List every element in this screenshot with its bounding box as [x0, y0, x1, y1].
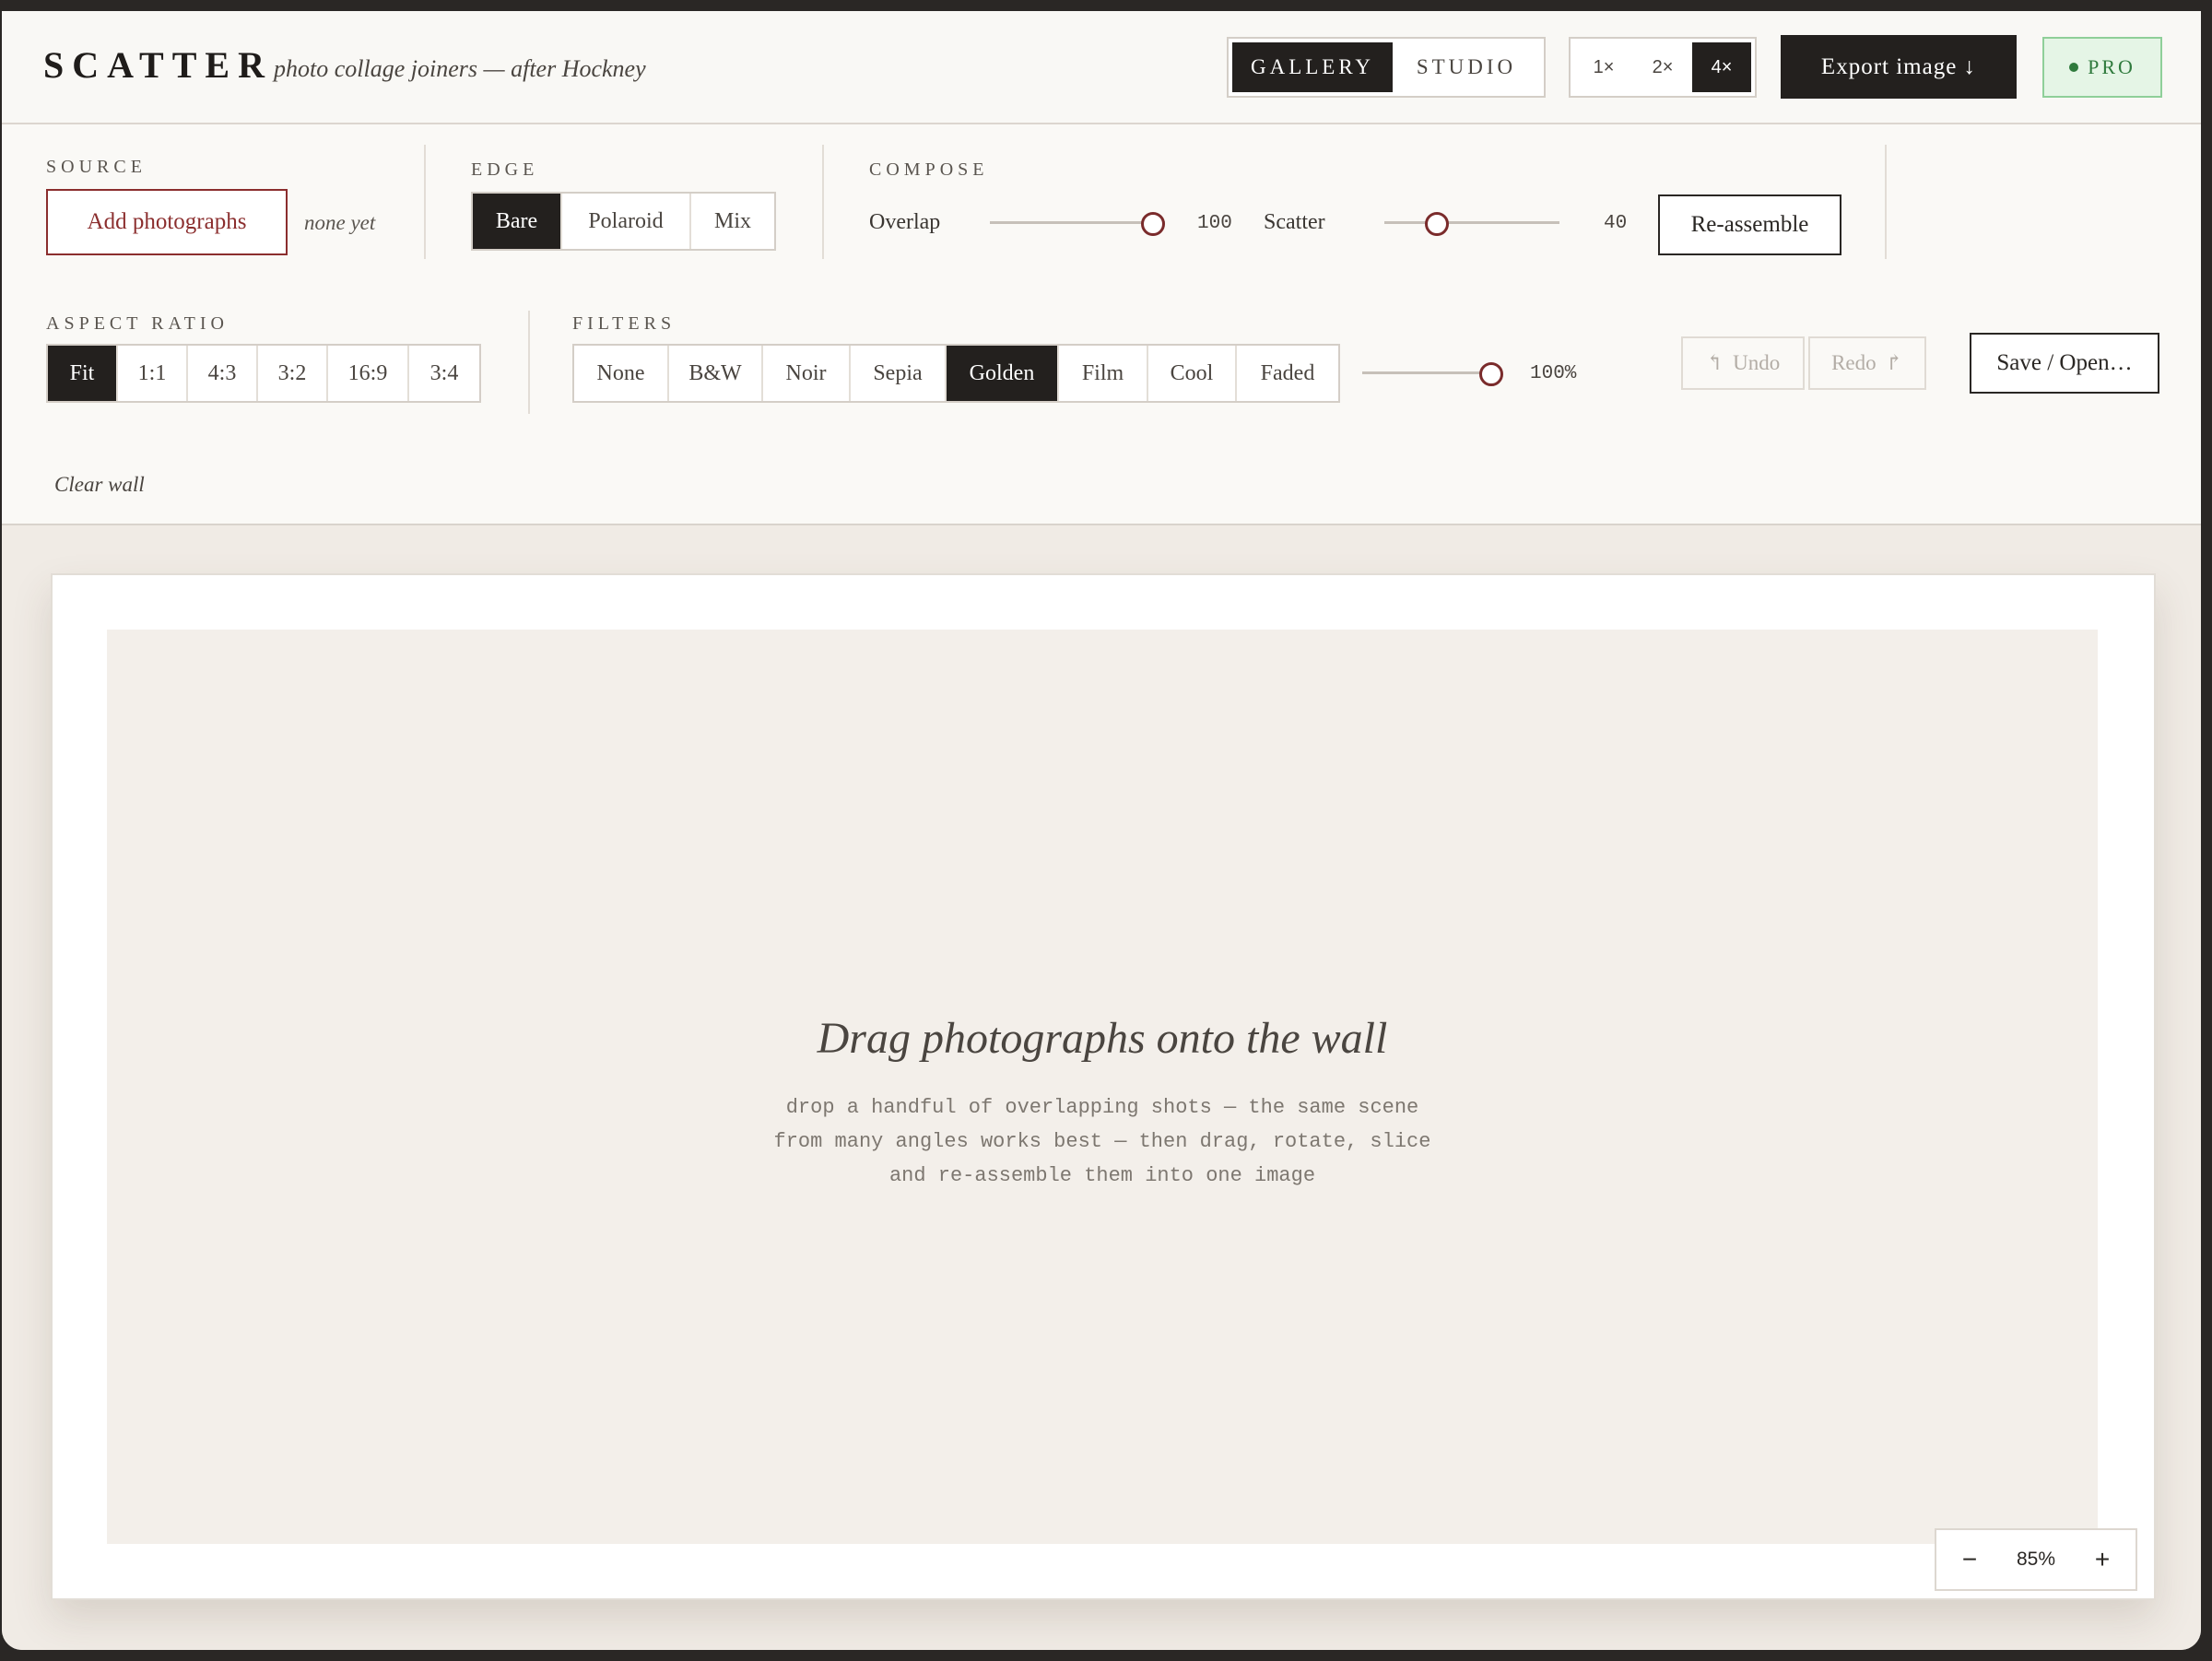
scatter-value: 40	[1604, 213, 1628, 234]
drop-zone[interactable]: Drag photographs onto the wall drop a ha…	[107, 630, 2098, 1544]
overlap-slider[interactable]	[990, 208, 1165, 238]
edge-bare[interactable]: Bare	[473, 194, 562, 249]
filter-intensity-value: 100%	[1530, 363, 1577, 384]
filter-film[interactable]: Film	[1059, 346, 1148, 401]
compose-label: COMPOSE	[869, 159, 989, 180]
status-dot-icon	[2069, 63, 2079, 72]
filter-sepia[interactable]: Sepia	[851, 346, 947, 401]
scatter-slider[interactable]	[1384, 208, 1559, 238]
drop-zone-title: Drag photographs onto the wall	[817, 1014, 1388, 1063]
app-brand: SCATTER	[43, 44, 273, 86]
collage-wall: Drag photographs onto the wall drop a ha…	[51, 573, 2156, 1600]
mode-switch: GALLERY STUDIO	[1227, 37, 1546, 98]
redo-icon: ↱	[1885, 351, 1903, 374]
redo-label: Redo	[1831, 351, 1877, 374]
filter-intensity-slider[interactable]	[1362, 359, 1503, 388]
aspect-3-4[interactable]: 3:4	[409, 346, 479, 401]
aspect-1-1[interactable]: 1:1	[118, 346, 188, 401]
pro-badge[interactable]: PRO	[2042, 37, 2162, 98]
redo-button[interactable]: Redo ↱	[1808, 336, 1926, 390]
divider	[528, 311, 530, 414]
edge-options: Bare Polaroid Mix	[471, 192, 776, 251]
slider-thumb[interactable]	[1140, 212, 1165, 236]
filter-cool[interactable]: Cool	[1148, 346, 1237, 401]
overlap-label: Overlap	[869, 210, 941, 234]
app-tagline: photo collage joiners — after Hockney	[274, 55, 646, 82]
clear-wall-link[interactable]: Clear wall	[54, 473, 145, 497]
canvas-area: Drag photographs onto the wall drop a ha…	[2, 525, 2201, 1650]
filter-faded[interactable]: Faded	[1237, 346, 1338, 401]
filter-noir[interactable]: Noir	[763, 346, 851, 401]
filter-none[interactable]: None	[574, 346, 669, 401]
zoom-control: − 85% +	[1935, 1528, 2137, 1591]
save-open-button[interactable]: Save / Open…	[1970, 333, 2159, 394]
aspect-ratio-options: Fit 1:1 4:3 3:2 16:9 3:4	[46, 344, 481, 403]
overlap-value: 100	[1197, 213, 1232, 234]
undo-button[interactable]: ↰ Undo	[1681, 336, 1805, 390]
scatter-label: Scatter	[1264, 210, 1325, 234]
filters-label: FILTERS	[572, 313, 677, 334]
zoom-out-button[interactable]: −	[1953, 1545, 1986, 1574]
source-status: none yet	[304, 211, 376, 234]
divider	[424, 145, 426, 259]
edge-mix[interactable]: Mix	[691, 194, 774, 249]
slider-thumb[interactable]	[1479, 362, 1503, 386]
app-header: SCATTER photo collage joiners — after Ho…	[2, 11, 2201, 124]
aspect-3-2[interactable]: 3:2	[258, 346, 328, 401]
add-photographs-button[interactable]: Add photographs	[46, 189, 288, 255]
undo-icon: ↰	[1705, 351, 1724, 374]
mode-gallery[interactable]: GALLERY	[1232, 42, 1393, 92]
zoom-in-button[interactable]: +	[2086, 1545, 2119, 1574]
app-window: SCATTER photo collage joiners — after Ho…	[2, 11, 2201, 1650]
pro-label: PRO	[2088, 55, 2136, 78]
drop-zone-hint: drop a handful of overlapping shots — th…	[773, 1096, 1431, 1187]
edge-label: EDGE	[471, 159, 539, 180]
zoom-level: 85%	[2016, 1549, 2056, 1570]
divider	[822, 145, 824, 259]
aspect-ratio-label: ASPECT RATIO	[46, 313, 229, 334]
divider	[1885, 145, 1887, 259]
toolbar: SOURCE Add photographs none yet EDGE Bar…	[2, 124, 2201, 525]
mode-studio[interactable]: STUDIO	[1393, 42, 1540, 92]
reassemble-button[interactable]: Re-assemble	[1658, 194, 1841, 255]
scale-4x[interactable]: 4×	[1692, 42, 1751, 92]
scale-1x[interactable]: 1×	[1574, 42, 1633, 92]
source-label: SOURCE	[46, 157, 147, 177]
scale-2x[interactable]: 2×	[1633, 42, 1692, 92]
filter-options: None B&W Noir Sepia Golden Film Cool Fad…	[572, 344, 1340, 403]
export-image-button[interactable]: Export image ↓	[1781, 35, 2017, 99]
edge-polaroid[interactable]: Polaroid	[562, 194, 691, 249]
aspect-fit[interactable]: Fit	[48, 346, 118, 401]
undo-label: Undo	[1733, 351, 1781, 374]
filter-bw[interactable]: B&W	[669, 346, 763, 401]
slider-thumb[interactable]	[1425, 212, 1449, 236]
aspect-4-3[interactable]: 4:3	[188, 346, 258, 401]
filter-golden[interactable]: Golden	[947, 346, 1059, 401]
aspect-16-9[interactable]: 16:9	[328, 346, 409, 401]
export-scale-switch: 1× 2× 4×	[1569, 37, 1757, 98]
